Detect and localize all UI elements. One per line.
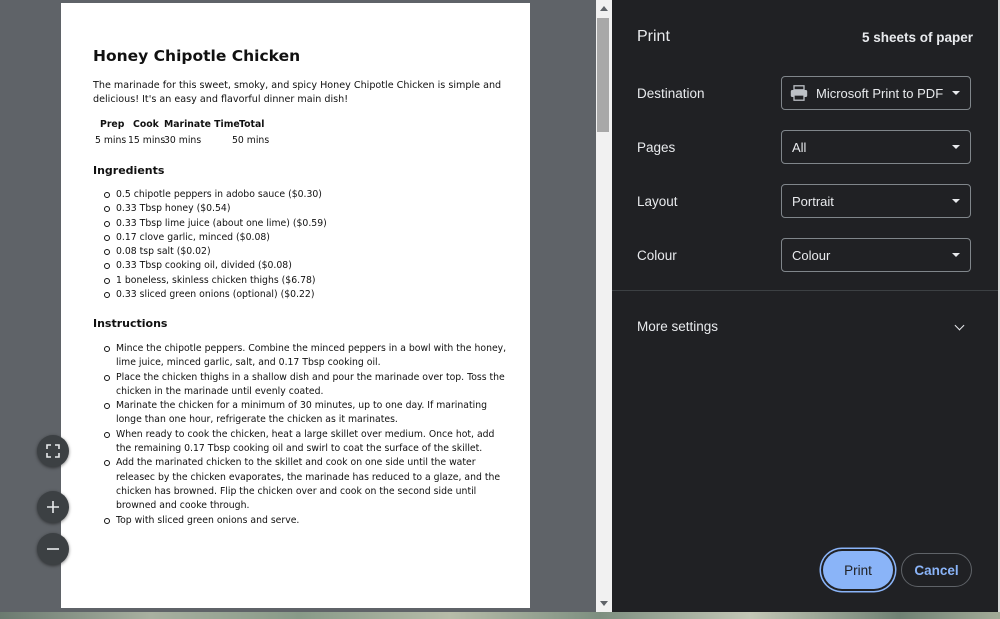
ingredients-list: 0.5 chipotle peppers in adobo sauce ($0.… xyxy=(104,188,327,302)
instructions-heading: Instructions xyxy=(93,317,168,330)
colour-label: Colour xyxy=(637,248,677,263)
preview-scrollbar[interactable] xyxy=(596,0,612,612)
zoom-out-button[interactable] xyxy=(37,533,69,565)
scroll-down-icon[interactable] xyxy=(600,601,608,606)
list-item: Mince the chipotle peppers. Combine the … xyxy=(104,342,509,371)
times-value: 30 mins xyxy=(164,135,202,146)
background-page-strip xyxy=(0,612,1000,619)
list-item: Marinate the chicken for a minimum of 30… xyxy=(104,399,509,428)
recipe-intro: The marinade for this sweet, smoky, and … xyxy=(93,80,502,105)
more-settings-toggle[interactable]: More settings xyxy=(637,319,718,334)
list-item: Place the chicken thighs in a shallow di… xyxy=(104,371,509,400)
list-item: 0.33 Tbsp cooking oil, divided ($0.08) xyxy=(104,259,327,273)
layout-label: Layout xyxy=(637,194,678,209)
list-item: 1 boneless, skinless chicken thighs ($6.… xyxy=(104,274,327,288)
print-preview-area: Honey Chipotle Chicken The marinade for … xyxy=(0,0,596,612)
chevron-down-icon xyxy=(952,145,960,149)
instructions-list: Mince the chipotle peppers. Combine the … xyxy=(104,342,509,528)
list-item: 0.33 Tbsp lime juice (about one lime) ($… xyxy=(104,217,327,231)
chevron-down-icon xyxy=(952,91,960,95)
pages-select[interactable]: All xyxy=(781,130,971,164)
sheet-count: 5 sheets of paper xyxy=(861,30,973,45)
colour-select[interactable]: Colour xyxy=(781,238,971,272)
print-button[interactable]: Print xyxy=(823,551,893,589)
list-item: When ready to cook the chicken, heat a l… xyxy=(104,428,509,457)
fit-to-page-icon xyxy=(46,444,60,458)
times-value: 50 mins xyxy=(232,135,270,146)
layout-select[interactable]: Portrait xyxy=(781,184,971,218)
zoom-in-icon xyxy=(47,501,59,513)
divider xyxy=(612,290,998,291)
layout-value: Portrait xyxy=(792,193,834,209)
times-header: Cook xyxy=(133,119,159,130)
times-header: Prep xyxy=(100,119,125,130)
scrollbar-thumb[interactable] xyxy=(597,18,609,132)
chevron-down-icon[interactable] xyxy=(954,320,965,331)
chevron-down-icon xyxy=(952,199,960,203)
print-dialog-title: Print xyxy=(637,28,670,45)
list-item: 0.08 tsp salt ($0.02) xyxy=(104,245,327,259)
ingredients-heading: Ingredients xyxy=(93,164,165,177)
preview-page: Honey Chipotle Chicken The marinade for … xyxy=(61,3,530,608)
colour-value: Colour xyxy=(792,247,831,263)
printer-icon xyxy=(790,85,808,101)
pages-value: All xyxy=(792,139,807,155)
chevron-down-icon xyxy=(952,253,960,257)
times-value: 5 mins xyxy=(95,135,127,146)
pages-label: Pages xyxy=(637,140,676,155)
times-header: Total xyxy=(239,119,265,130)
destination-label: Destination xyxy=(637,86,705,101)
list-item: 0.17 clove garlic, minced ($0.08) xyxy=(104,231,327,245)
scroll-up-icon[interactable] xyxy=(600,6,608,11)
zoom-out-icon xyxy=(47,548,59,550)
destination-value: Microsoft Print to PDF xyxy=(816,85,944,101)
list-item: Add the marinated chicken to the skillet… xyxy=(104,456,509,513)
list-item: Top with sliced green onions and serve. xyxy=(104,514,509,528)
fit-to-page-button[interactable] xyxy=(37,435,69,467)
times-header: Marinate Time xyxy=(164,119,240,130)
cancel-button[interactable]: Cancel xyxy=(901,553,972,587)
times-value: 15 mins xyxy=(128,135,166,146)
recipe-title: Honey Chipotle Chicken xyxy=(93,47,301,65)
zoom-in-button[interactable] xyxy=(37,491,69,523)
list-item: 0.5 chipotle peppers in adobo sauce ($0.… xyxy=(104,188,327,202)
list-item: 0.33 sliced green onions (optional) ($0.… xyxy=(104,288,327,302)
destination-select[interactable]: Microsoft Print to PDF xyxy=(781,76,971,110)
list-item: 0.33 Tbsp honey ($0.54) xyxy=(104,202,327,216)
print-settings-panel: Print 5 sheets of paper Destination Micr… xyxy=(612,0,998,612)
